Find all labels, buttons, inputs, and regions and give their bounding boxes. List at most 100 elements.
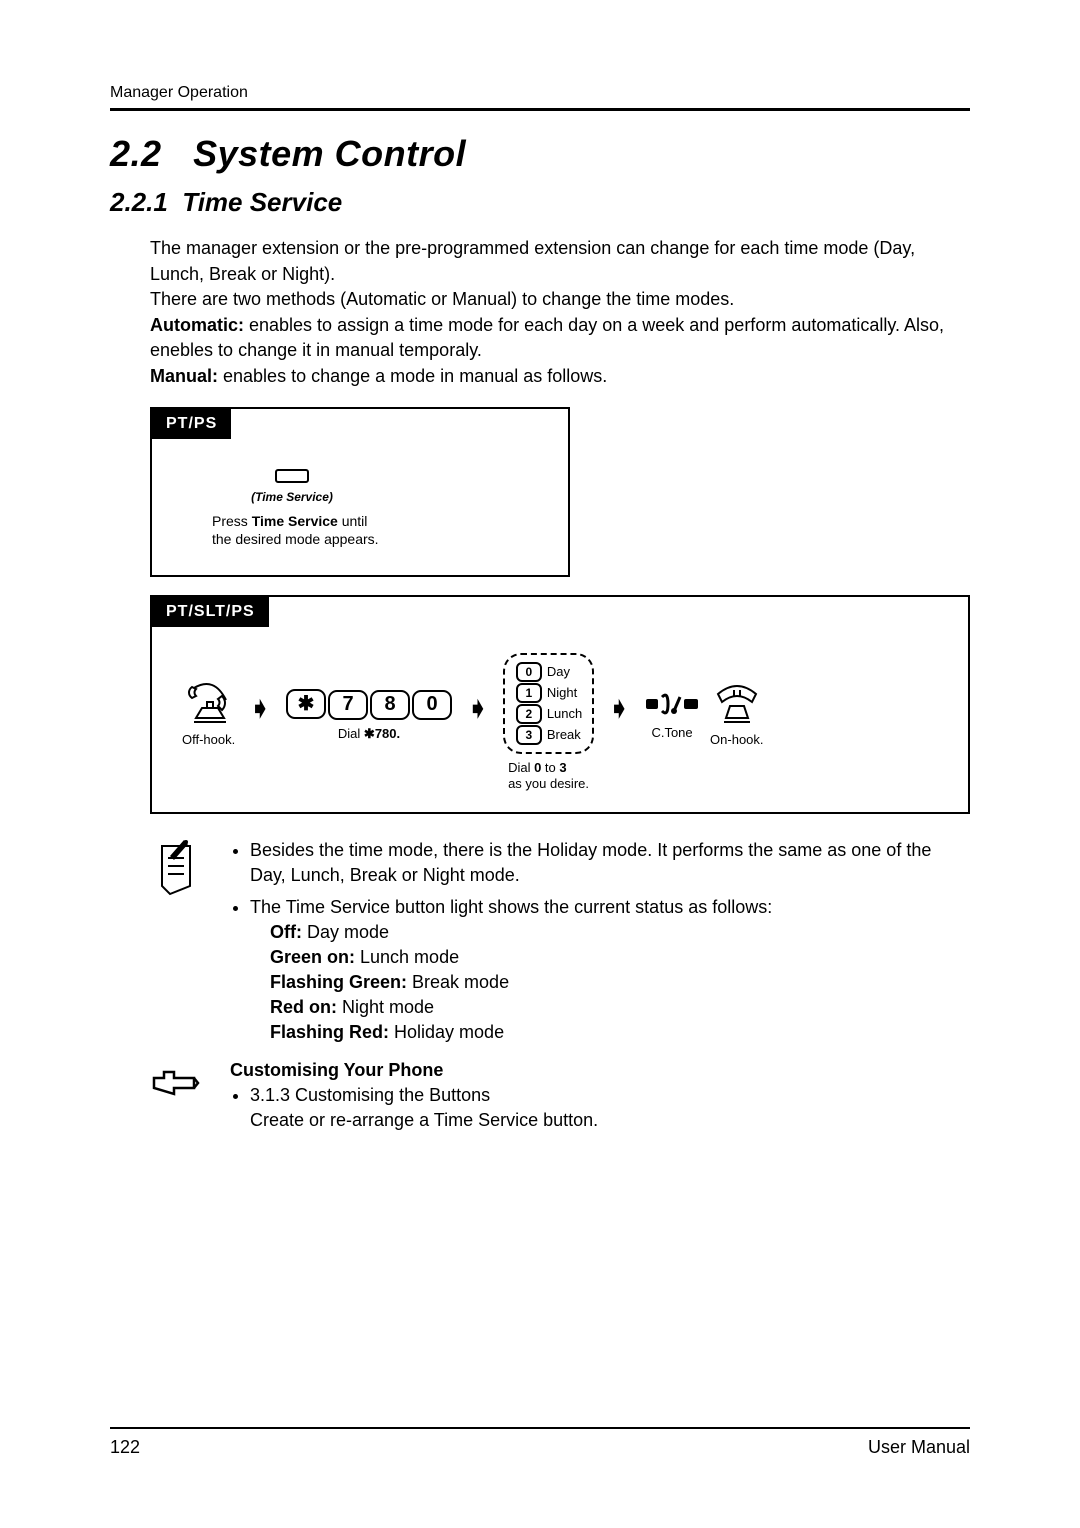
custom-ref: 3.1.3 Customising the Buttons bbox=[250, 1085, 490, 1105]
dial780-caption: Dial ✱780. bbox=[338, 726, 400, 756]
auto-label: Automatic: bbox=[150, 315, 244, 335]
state-off-v: Day mode bbox=[302, 922, 389, 942]
key-0: 0 bbox=[412, 690, 452, 720]
step-dial780: ✱780 Dial ✱780. bbox=[285, 689, 453, 756]
footer-title: User Manual bbox=[868, 1437, 970, 1458]
time-service-button-icon bbox=[275, 469, 309, 483]
key-star: ✱ bbox=[286, 689, 326, 719]
manual-label: Manual: bbox=[150, 366, 218, 386]
ptslt-tab: PT/SLT/PS bbox=[152, 597, 269, 627]
onhook-caption: On-hook. bbox=[710, 732, 763, 762]
notes-list: Besides the time mode, there is the Holi… bbox=[250, 838, 970, 1046]
option-night: 1 Night bbox=[515, 683, 582, 703]
state-green-k: Green on: bbox=[270, 947, 355, 967]
custom-item: 3.1.3 Customising the Buttons Create or … bbox=[250, 1083, 970, 1133]
arrow-icon: ➧ bbox=[245, 693, 275, 724]
time-service-button-label: (Time Service) bbox=[212, 490, 372, 504]
d2-post: as you desire. bbox=[508, 776, 589, 791]
step-options: 0 Day 1 Night 2 Lunch 3 Break Dial 0 to 3 as… bbox=[503, 653, 594, 793]
section-number: 2.2 bbox=[110, 133, 162, 174]
ptps-caption-strong: Time Service bbox=[252, 513, 338, 529]
subsection-heading: 2.2.1 Time Service bbox=[110, 187, 970, 218]
key-opt-1: 1 bbox=[516, 683, 542, 703]
ctone-icon bbox=[644, 689, 700, 719]
ctone-caption: C.Tone bbox=[651, 725, 692, 755]
figure-ptslt: PT/SLT/PS Off-hook. ➧ ✱780 Dial ✱780. ➧ bbox=[150, 595, 970, 815]
state-green-v: Lunch mode bbox=[355, 947, 459, 967]
option-lunch: 2 Lunch bbox=[515, 704, 582, 724]
offhook-caption: Off-hook. bbox=[182, 732, 235, 762]
key-opt-2: 2 bbox=[516, 704, 542, 724]
footer-rule bbox=[110, 1427, 970, 1429]
ptps-caption-pre: Press bbox=[212, 513, 252, 529]
breadcrumb: Manager Operation bbox=[110, 84, 970, 102]
ptslt-body: Off-hook. ➧ ✱780 Dial ✱780. ➧ 0Day 1Nigh… bbox=[152, 627, 968, 813]
step-onhook: On-hook. bbox=[710, 682, 763, 762]
custom-icon bbox=[150, 1058, 210, 1140]
notes-body: Besides the time mode, there is the Holi… bbox=[230, 838, 970, 1052]
section-title: System Control bbox=[193, 133, 466, 174]
step-ctone: C.Tone bbox=[644, 689, 700, 755]
auto-text: enables to assign a time mode for each d… bbox=[150, 315, 944, 361]
key-7: 7 bbox=[328, 690, 368, 720]
d2-mid: to bbox=[541, 760, 559, 775]
figure-ptps: PT/PS (Time Service) Press Time Service … bbox=[150, 407, 570, 576]
state-red: Red on: Night mode bbox=[270, 995, 970, 1020]
ptps-tab: PT/PS bbox=[152, 409, 231, 439]
step-offhook: Off-hook. bbox=[182, 682, 235, 762]
opt-break-label: Break bbox=[547, 727, 581, 742]
offhook-icon bbox=[184, 682, 234, 726]
state-flashgreen: Flashing Green: Break mode bbox=[270, 970, 970, 995]
custom-block: Customising Your Phone 3.1.3 Customising… bbox=[150, 1058, 970, 1140]
note-2: The Time Service button light shows the … bbox=[250, 895, 970, 1046]
state-flashred-k: Flashing Red: bbox=[270, 1022, 389, 1042]
subsection-number: 2.2.1 bbox=[110, 187, 168, 217]
state-off: Off: Day mode bbox=[270, 920, 970, 945]
custom-heading: Customising Your Phone bbox=[230, 1060, 443, 1080]
state-off-k: Off: bbox=[270, 922, 302, 942]
state-flashred-v: Holiday mode bbox=[389, 1022, 504, 1042]
keypad-780: ✱780 bbox=[285, 689, 453, 720]
notepad-icon bbox=[150, 838, 200, 898]
hand-point-icon bbox=[150, 1058, 200, 1098]
section-heading: 2.2 System Control bbox=[110, 133, 970, 175]
page-footer: 122 User Manual bbox=[110, 1427, 970, 1458]
opt-night-label: Night bbox=[547, 685, 577, 700]
intro-p1: The manager extension or the pre-program… bbox=[150, 236, 970, 287]
option-break: 3 Break bbox=[515, 725, 582, 745]
intro-p2: There are two methods (Automatic or Manu… bbox=[150, 287, 970, 313]
onhook-icon bbox=[712, 682, 762, 726]
ptps-caption: Press Time Service until the desired mod… bbox=[212, 512, 382, 548]
footer-row: 122 User Manual bbox=[110, 1437, 970, 1458]
state-green: Green on: Lunch mode bbox=[270, 945, 970, 970]
custom-desc: Create or re-arrange a Time Service butt… bbox=[250, 1110, 598, 1130]
state-red-v: Night mode bbox=[337, 997, 434, 1017]
key-opt-0: 0 bbox=[516, 662, 542, 682]
arrow-icon: ➧ bbox=[604, 693, 634, 724]
intro-manual: Manual: enables to change a mode in manu… bbox=[150, 364, 970, 390]
options-box: 0 Day 1 Night 2 Lunch 3 Break bbox=[503, 653, 594, 754]
key-opt-3: 3 bbox=[516, 725, 542, 745]
state-flashgreen-v: Break mode bbox=[407, 972, 509, 992]
key-8: 8 bbox=[370, 690, 410, 720]
intro-auto: Automatic: enables to assign a time mode… bbox=[150, 313, 970, 364]
opt-day-label: Day bbox=[547, 664, 570, 679]
header-rule bbox=[110, 108, 970, 111]
page-number: 122 bbox=[110, 1437, 140, 1458]
ptps-body: (Time Service) Press Time Service until … bbox=[152, 439, 432, 574]
note-icon bbox=[150, 838, 210, 1052]
opt-lunch-label: Lunch bbox=[547, 706, 582, 721]
d2-b2: 3 bbox=[559, 760, 566, 775]
dial-pre: Dial bbox=[338, 726, 364, 741]
dial-code: 780. bbox=[375, 726, 400, 741]
manual-text: enables to change a mode in manual as fo… bbox=[218, 366, 607, 386]
dial0to3-caption: Dial 0 to 3 as you desire. bbox=[508, 760, 589, 793]
notes-block: Besides the time mode, there is the Holi… bbox=[150, 838, 970, 1052]
custom-list: 3.1.3 Customising the Buttons Create or … bbox=[250, 1083, 970, 1133]
subsection-title: Time Service bbox=[182, 187, 342, 217]
note-1: Besides the time mode, there is the Holi… bbox=[250, 838, 970, 888]
state-red-k: Red on: bbox=[270, 997, 337, 1017]
note-2-text: The Time Service button light shows the … bbox=[250, 897, 772, 917]
states-list: Off: Day mode Green on: Lunch mode Flash… bbox=[270, 920, 970, 1046]
state-flashred: Flashing Red: Holiday mode bbox=[270, 1020, 970, 1045]
